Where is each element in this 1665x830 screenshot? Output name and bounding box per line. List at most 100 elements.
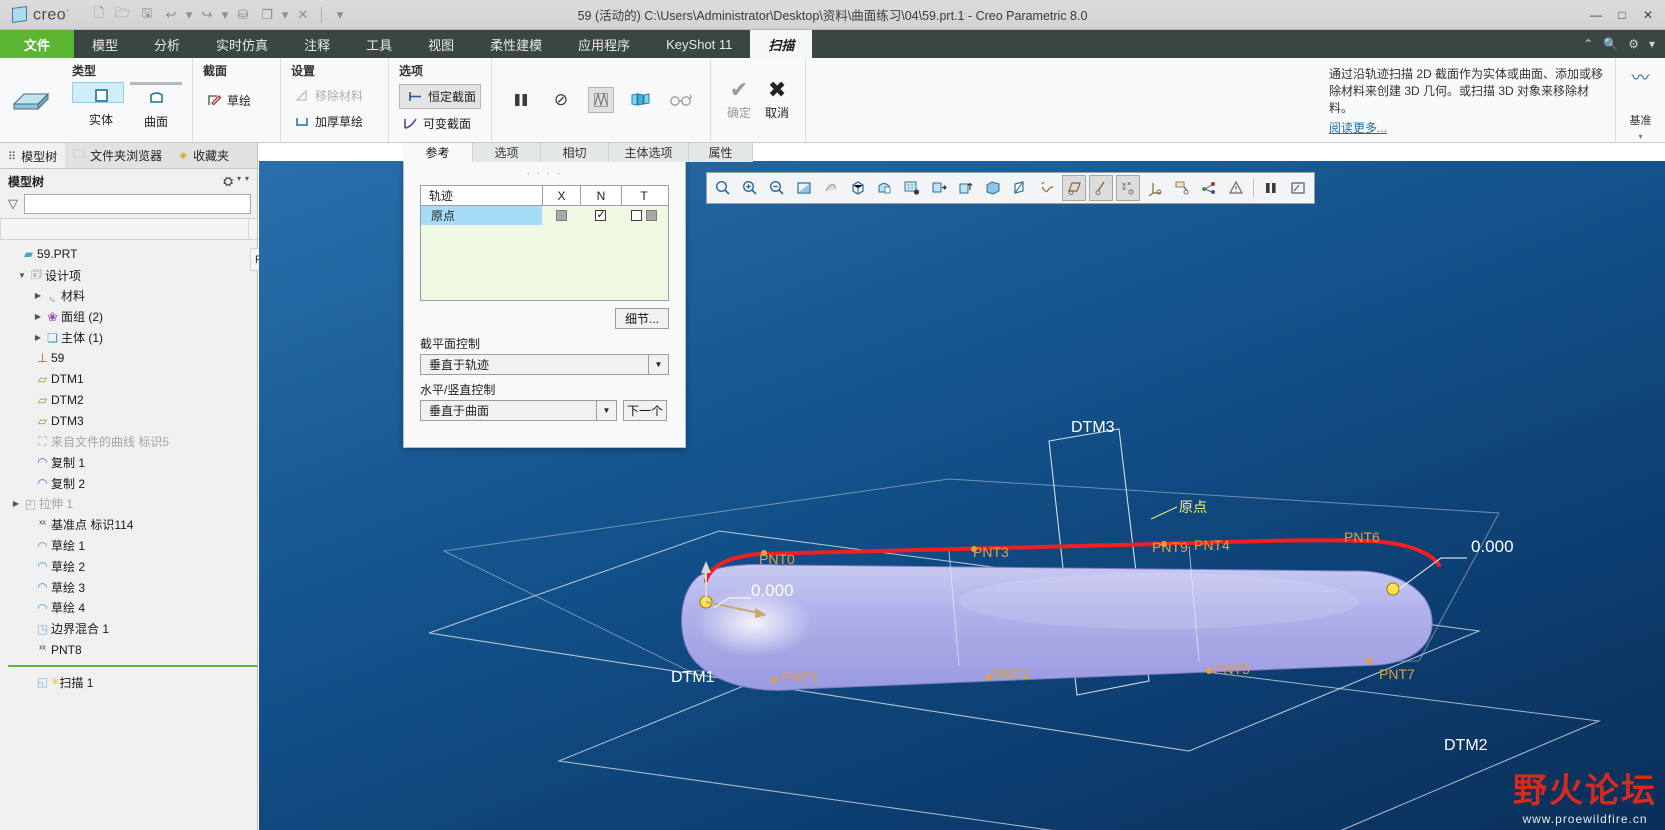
csys-display-icon[interactable] — [1143, 175, 1167, 201]
dashboard-tab-properties[interactable]: 属性 — [689, 143, 753, 162]
close-window-icon[interactable]: ✕ — [292, 4, 314, 26]
next-button[interactable]: 下一个 — [623, 400, 667, 421]
close-button[interactable]: ✕ — [1635, 2, 1661, 28]
datum-icon[interactable]: 〰 — [1632, 64, 1650, 90]
chevron-down-icon[interactable]: ▼ — [648, 355, 668, 374]
checkbox-x[interactable] — [555, 210, 567, 221]
spin-center-icon[interactable] — [819, 175, 843, 201]
repaint-icon[interactable] — [792, 175, 816, 201]
constant-section-button[interactable]: 恒定截面 — [399, 84, 482, 109]
regenerate-icon[interactable]: ⛁ — [232, 4, 254, 26]
menu-tab-flexible-modeling[interactable]: 柔性建模 — [472, 30, 560, 58]
trajectory-row-t-cell[interactable] — [621, 206, 666, 225]
spin-icon[interactable] — [1197, 175, 1221, 201]
chevron-down-icon[interactable]: ▼ — [596, 401, 616, 420]
redo-icon[interactable]: ↪ — [196, 4, 218, 26]
screen-icon[interactable] — [1286, 175, 1310, 201]
checkbox-n[interactable] — [595, 208, 606, 221]
menu-tab-file[interactable]: 文件 — [0, 30, 75, 58]
trajectory-row-n-cell[interactable] — [580, 206, 621, 225]
refit-icon[interactable] — [711, 175, 735, 201]
menu-tab-model[interactable]: 模型 — [74, 30, 136, 58]
collapse-ribbon-icon[interactable]: ⌃ — [1583, 37, 1593, 51]
tree-node-material[interactable]: ▶ ◟ 材料 — [0, 286, 257, 307]
variable-section-button[interactable]: 可变截面 — [399, 112, 481, 135]
checkbox-t-secondary[interactable] — [645, 210, 657, 221]
open-file-icon[interactable]: 🗁 — [112, 4, 134, 26]
tree-node-extrude-1[interactable]: ▶ ◰ 拉伸 1 — [0, 494, 257, 515]
help-dropdown-icon[interactable]: ▾ — [1649, 37, 1655, 51]
window-dropdown-icon[interactable]: ▾ — [280, 4, 290, 26]
type-surface-button[interactable]: 曲面 — [130, 82, 182, 132]
tree-toggle[interactable]: ▶ — [32, 291, 44, 300]
type-solid-button[interactable]: 实体 — [72, 82, 124, 127]
plane-display-icon[interactable] — [1062, 175, 1086, 201]
filter-icon[interactable]: ▽ — [8, 196, 18, 212]
nav-tab-folder-browser[interactable]: 🗀 文件夹浏览器 — [65, 143, 170, 168]
menu-tab-applications[interactable]: 应用程序 — [560, 30, 648, 58]
menu-tab-keyshot[interactable]: KeyShot 11 — [648, 30, 750, 58]
horiz-vert-control-select[interactable]: 垂直于曲面 ▼ — [420, 400, 617, 421]
zoom-out-icon[interactable] — [765, 175, 789, 201]
undo-dropdown-icon[interactable]: ▾ — [184, 4, 194, 26]
new-file-icon[interactable]: 🗋 — [88, 4, 110, 26]
dashboard-tab-body-options[interactable]: 主体选项 — [609, 143, 689, 162]
window-switch-icon[interactable]: ❐ — [256, 4, 278, 26]
tree-node-dtm3[interactable]: ▱ DTM3 — [0, 410, 257, 431]
customize-qat-icon[interactable]: ▾ — [329, 4, 351, 26]
datum-display-icon[interactable] — [1035, 175, 1059, 201]
undo-icon[interactable]: ↩ — [160, 4, 182, 26]
tree-node-sketch-1[interactable]: ◠ 草绘 1 — [0, 535, 257, 556]
menu-tab-annotate[interactable]: 注释 — [286, 30, 348, 58]
nav-tab-favorites[interactable]: ✷ 收藏夹 — [170, 143, 237, 168]
pause-icon[interactable] — [508, 87, 534, 113]
datum-dropdown-icon[interactable]: ▾ — [1638, 132, 1642, 141]
thicken-sketch-button[interactable]: 加厚草绘 — [291, 110, 378, 133]
warning-icon[interactable] — [1224, 175, 1248, 201]
preview-geometry-icon[interactable] — [588, 87, 615, 113]
tree-settings-dropdown-icon[interactable]: ▾ — [237, 174, 241, 189]
menu-tab-tools[interactable]: 工具 — [348, 30, 410, 58]
checkbox-t[interactable] — [630, 210, 642, 221]
tree-node-curve-from-file[interactable]: ⛶ 来自文件的曲线 标识5 — [0, 431, 257, 452]
dashboard-grip[interactable]: · · · · — [420, 168, 669, 179]
model-tree-filter-input[interactable] — [24, 194, 251, 214]
menu-tab-live-simulation[interactable]: 实时仿真 — [198, 30, 286, 58]
dashboard-tab-references[interactable]: 参考 — [403, 143, 473, 162]
window-controls[interactable]: ― □ ✕ — [1583, 0, 1661, 30]
section-icon[interactable] — [1008, 175, 1032, 201]
tree-node-sweep-1[interactable]: ◱ ✳ 扫描 1 — [0, 672, 257, 693]
tree-node-dtm2[interactable]: ▱ DTM2 — [0, 390, 257, 411]
tree-toggle[interactable]: ▼ — [16, 271, 28, 280]
maximize-button[interactable]: □ — [1609, 2, 1635, 28]
dimension-value-right[interactable]: 0.000 — [1471, 537, 1514, 557]
save-icon[interactable]: 🖫 — [136, 4, 158, 26]
dashboard-tab-options[interactable]: 选项 — [473, 143, 541, 162]
read-more-link[interactable]: 阅读更多... — [1329, 120, 1605, 137]
preview-shaded-icon[interactable] — [628, 87, 654, 113]
tree-settings-icon[interactable]: ⛭ — [223, 174, 233, 189]
annotation-display-icon[interactable] — [1170, 175, 1194, 201]
trajectory-row-x-cell[interactable] — [542, 206, 580, 225]
tree-node-csys-59[interactable]: ⊥ 59 — [0, 348, 257, 369]
menu-tab-sweep[interactable]: 扫描 — [750, 30, 813, 58]
pause-icon[interactable] — [1259, 175, 1283, 201]
no-preview-icon[interactable]: ⊘ — [548, 87, 574, 113]
tree-node-sketch-2[interactable]: ◠ 草绘 2 — [0, 556, 257, 577]
perspective-icon[interactable] — [954, 175, 978, 201]
dimension-value-left[interactable]: 0.000 — [751, 581, 794, 601]
glasses-preview-icon[interactable] — [668, 87, 694, 113]
axis-display-icon[interactable] — [1089, 175, 1113, 201]
tree-toggle[interactable]: ▶ — [10, 499, 22, 508]
settings-icon[interactable]: ⚙ — [1628, 37, 1639, 51]
display-style-icon[interactable] — [927, 175, 951, 201]
search-icon[interactable]: 🔍 — [1603, 37, 1618, 51]
tree-node-quilt[interactable]: ▶ ❀ 面组 (2) — [0, 306, 257, 327]
minimize-button[interactable]: ― — [1583, 2, 1609, 28]
saved-orientations-icon[interactable] — [846, 175, 870, 201]
sketch-section-button[interactable]: 草绘 — [203, 89, 270, 112]
menu-tab-analysis[interactable]: 分析 — [136, 30, 198, 58]
appearance-gallery-icon[interactable] — [900, 175, 924, 201]
quick-access-toolbar[interactable]: 🗋 🗁 🖫 ↩ ▾ ↪ ▾ ⛁ ❐ ▾ ✕ ▾ — [88, 4, 351, 26]
tree-toggle[interactable]: ▶ — [32, 333, 44, 342]
